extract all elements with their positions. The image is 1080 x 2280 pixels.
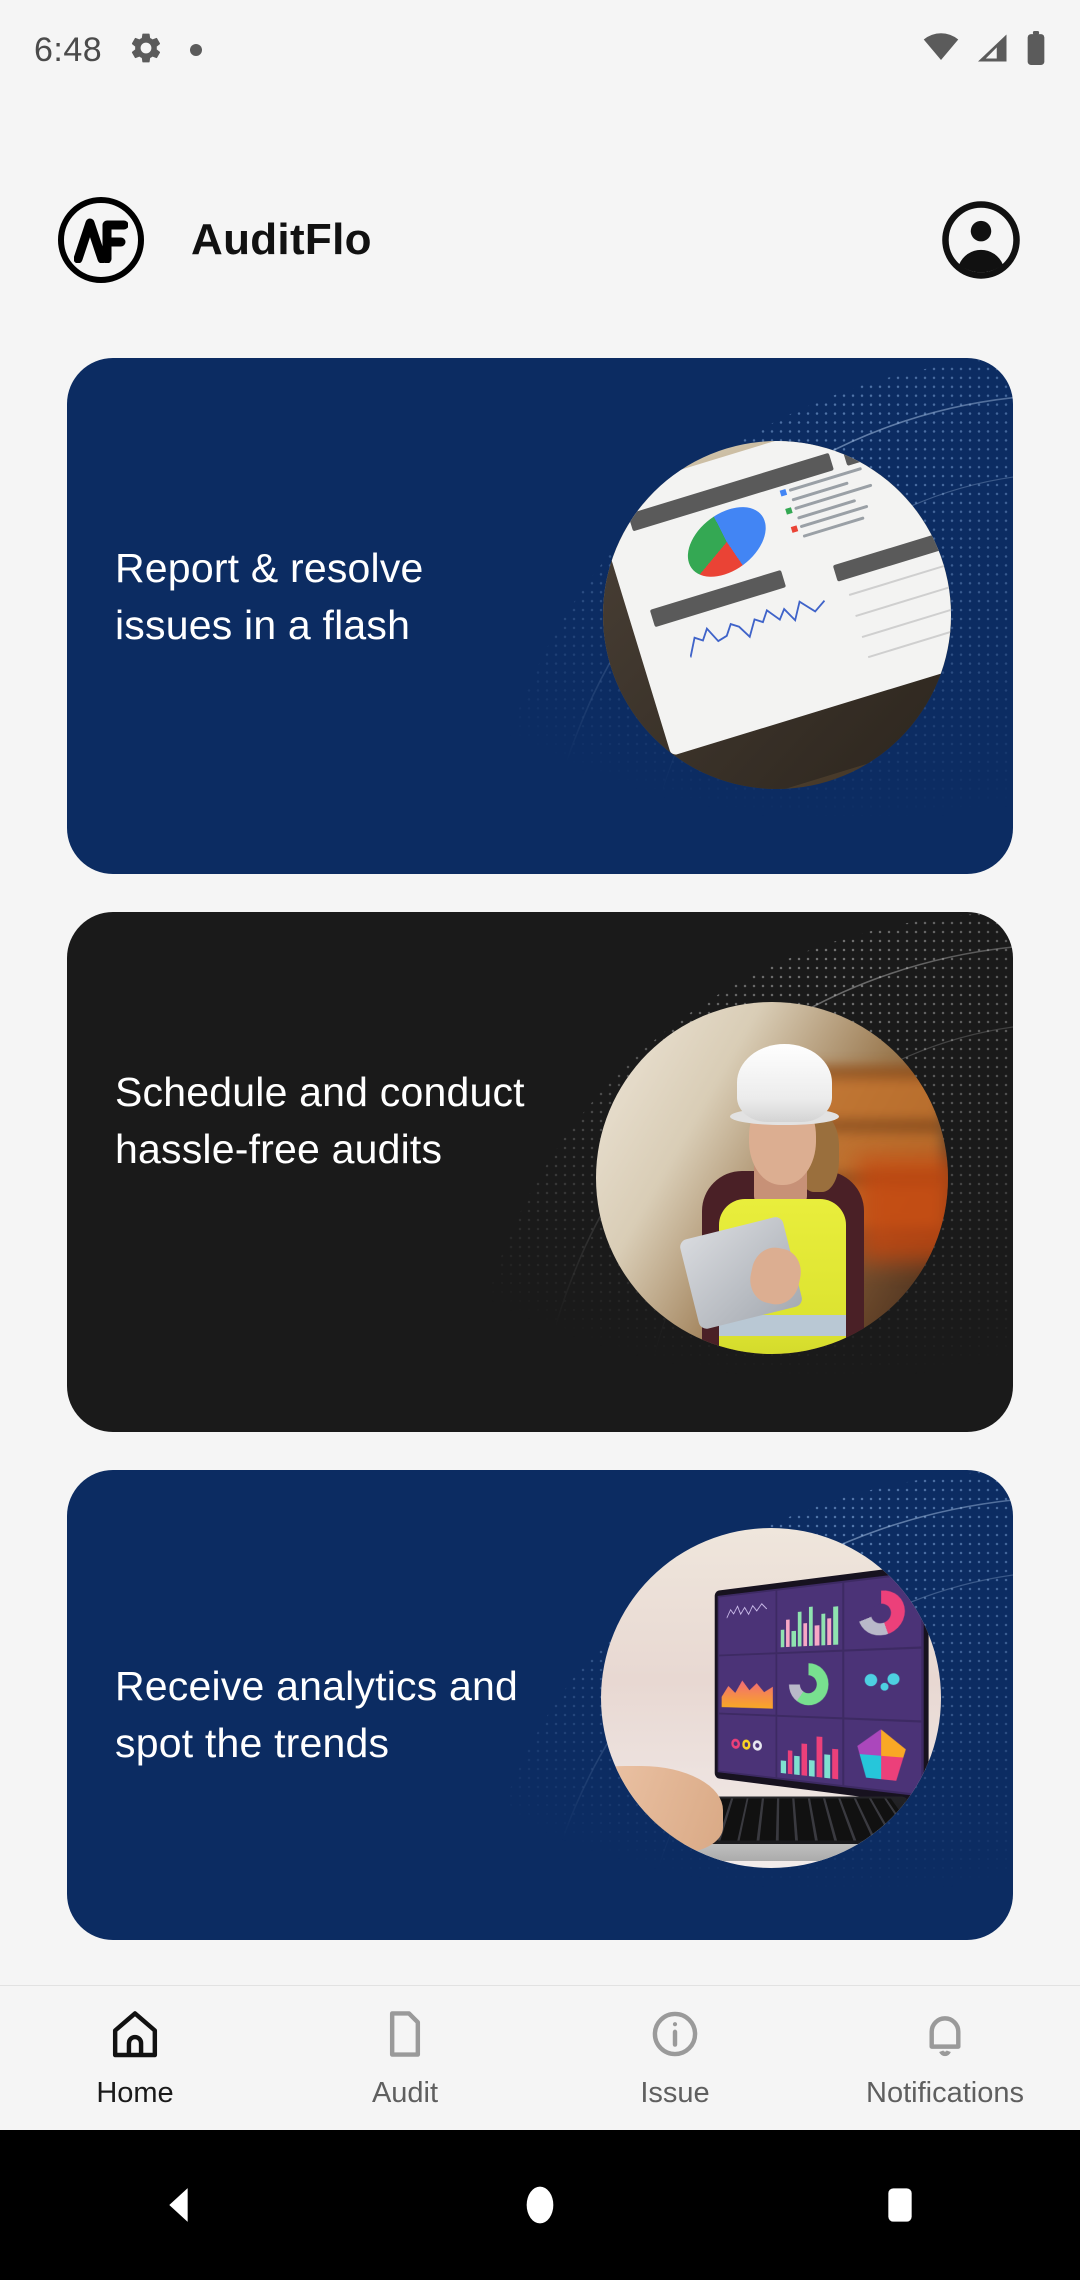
system-recents-button[interactable] xyxy=(840,2130,960,2280)
system-back-button[interactable] xyxy=(120,2130,240,2280)
nav-label-notifications: Notifications xyxy=(866,2077,1024,2109)
card-image-laptop-analytics xyxy=(601,1528,941,1868)
nav-label-home: Home xyxy=(96,2077,174,2109)
card-title: Schedule and conduct hassle-free audits xyxy=(115,1069,525,1172)
system-navigation-bar xyxy=(0,2130,1080,2280)
card-image-inspector xyxy=(596,1002,948,1354)
feature-card-receive-analytics[interactable]: Receive analytics and spot the trends xyxy=(67,1470,1013,1940)
cell-signal-icon xyxy=(976,33,1010,68)
bell-icon xyxy=(917,2006,973,2067)
status-bar-clock: 6:48 xyxy=(34,30,103,69)
card-image-tablet-analytics xyxy=(603,441,951,789)
wifi-icon xyxy=(922,32,960,68)
feature-card-report-issues[interactable]: Report & resolve issues in a flash xyxy=(67,358,1013,874)
status-bar: 6:48 xyxy=(0,0,1080,100)
nav-label-audit: Audit xyxy=(371,2077,439,2109)
notification-dot-icon xyxy=(190,44,203,56)
info-circle-icon xyxy=(647,2006,703,2067)
nav-item-issue[interactable]: Issue xyxy=(540,2006,810,2110)
app-logo xyxy=(58,197,144,283)
feature-card-schedule-audits[interactable]: Schedule and conduct hassle-free audits xyxy=(67,912,1013,1432)
system-home-button[interactable] xyxy=(480,2130,600,2280)
nav-item-notifications[interactable]: Notifications xyxy=(810,2006,1080,2110)
status-bar-right xyxy=(922,30,1046,70)
feature-card-list: Report & resolve issues in a flash Sched… xyxy=(67,358,1013,1978)
app-header: AuditFlo xyxy=(0,185,1080,295)
card-title: Report & resolve issues in a flash xyxy=(115,545,424,648)
nav-item-audit[interactable]: Audit xyxy=(270,2006,540,2110)
nav-item-home[interactable]: Home xyxy=(0,2006,270,2110)
nav-label-issue: Issue xyxy=(640,2077,710,2109)
status-bar-left: 6:48 xyxy=(34,30,203,71)
settings-gear-icon xyxy=(128,30,164,71)
bottom-navigation-bar: Home Audit Issue Notifications xyxy=(0,1985,1080,2130)
app-title: AuditFlo xyxy=(191,215,372,264)
account-circle-icon[interactable] xyxy=(940,199,1022,281)
battery-icon xyxy=(1026,30,1046,70)
document-icon xyxy=(377,2006,433,2067)
home-icon xyxy=(107,2006,163,2067)
card-title: Receive analytics and spot the trends xyxy=(115,1663,519,1766)
phone-screen: 6:48 AuditFlo Report & resolve issues in… xyxy=(0,0,1080,2280)
